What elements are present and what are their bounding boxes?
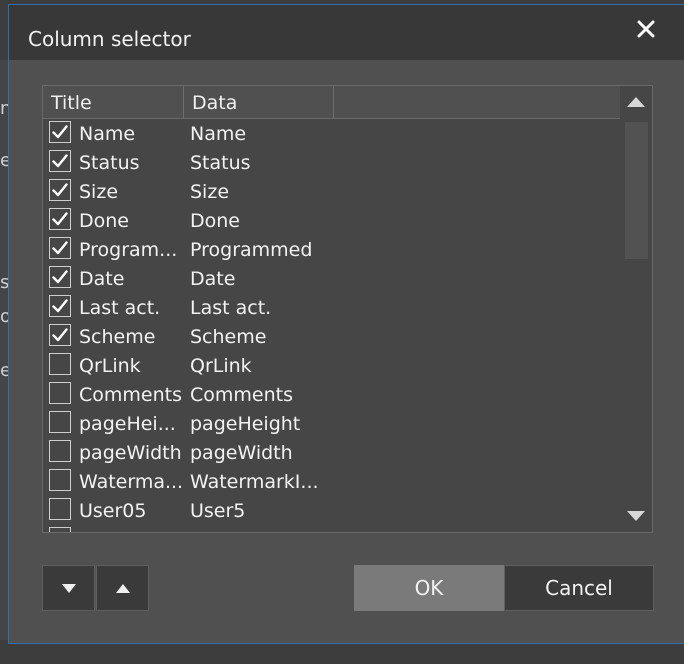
cell-title: QrLink bbox=[79, 355, 141, 377]
table-row[interactable]: Last act. Last act. bbox=[43, 293, 620, 322]
triangle-down-icon bbox=[61, 583, 76, 593]
background-fragment-text: e bbox=[0, 150, 8, 171]
background-fragment-text: s bbox=[0, 272, 8, 293]
cell-data: Status bbox=[190, 152, 251, 174]
cell-title: Name bbox=[79, 123, 136, 145]
table-row[interactable]: pageHei... pageHeight bbox=[43, 409, 620, 438]
row-checkbox[interactable] bbox=[49, 324, 71, 346]
row-checkbox[interactable] bbox=[49, 353, 71, 375]
cell-data: WatermarkI... bbox=[190, 471, 319, 493]
column-header-title[interactable]: Title bbox=[43, 86, 184, 118]
close-button[interactable] bbox=[626, 9, 666, 49]
table-row[interactable]: Program... Programmed bbox=[43, 235, 620, 264]
cell-title: Date bbox=[79, 268, 125, 290]
close-icon bbox=[637, 20, 655, 38]
table-row[interactable]: Done Done bbox=[43, 206, 620, 235]
cell-title: Status bbox=[79, 152, 140, 174]
dialog-titlebar[interactable]: Column selector bbox=[9, 5, 684, 60]
table-row[interactable]: Status Status bbox=[43, 148, 620, 177]
grid-header: Title Data bbox=[43, 86, 620, 119]
cell-data: Size bbox=[190, 181, 230, 203]
cell-data: Comments bbox=[190, 384, 293, 406]
cell-data: Last act. bbox=[190, 297, 272, 319]
cell-title: pageHei... bbox=[79, 413, 176, 435]
cell-data: pageHeight bbox=[190, 413, 301, 435]
triangle-up-icon bbox=[115, 583, 130, 593]
row-checkbox[interactable] bbox=[49, 150, 71, 172]
checkmark-icon bbox=[52, 328, 68, 342]
checkmark-icon bbox=[52, 299, 68, 313]
triangle-up-icon bbox=[627, 97, 645, 107]
column-grid: Title Data Name Name Status Status Size Size D… bbox=[42, 85, 653, 533]
background-fragment-text: o bbox=[0, 306, 8, 327]
checkmark-icon bbox=[52, 183, 68, 197]
cell-data: Date bbox=[190, 268, 236, 290]
row-checkbox[interactable] bbox=[49, 121, 71, 143]
row-checkbox[interactable] bbox=[49, 382, 71, 404]
scrollbar-thumb[interactable] bbox=[625, 122, 648, 259]
column-selector-dialog: Column selector Title Data Name Name Statu… bbox=[8, 4, 684, 644]
cell-title: Done bbox=[79, 210, 129, 232]
table-row[interactable]: Name Name bbox=[43, 119, 620, 148]
cell-data: QrLink bbox=[190, 355, 252, 377]
table-row[interactable]: Waterma... WatermarkI... bbox=[43, 467, 620, 496]
row-checkbox[interactable] bbox=[49, 295, 71, 317]
cell-title: Comments bbox=[79, 384, 182, 406]
table-row[interactable]: QrLink QrLink bbox=[43, 351, 620, 380]
row-checkbox[interactable] bbox=[49, 208, 71, 230]
background-app-panel bbox=[0, 60, 8, 640]
table-row[interactable]: User05 User5 bbox=[43, 496, 620, 525]
cell-title: Scheme bbox=[79, 326, 156, 348]
table-row[interactable] bbox=[43, 525, 620, 532]
row-checkbox[interactable] bbox=[49, 498, 71, 520]
cell-title: User05 bbox=[79, 500, 147, 522]
vertical-scrollbar[interactable] bbox=[620, 86, 652, 532]
row-checkbox[interactable] bbox=[49, 411, 71, 433]
row-checkbox[interactable] bbox=[49, 440, 71, 462]
cell-title: pageWidth bbox=[79, 442, 182, 464]
cell-data: pageWidth bbox=[190, 442, 293, 464]
scroll-up-button[interactable] bbox=[620, 86, 652, 118]
move-down-button[interactable] bbox=[42, 565, 95, 611]
dialog-title: Column selector bbox=[28, 27, 191, 51]
column-header-data[interactable]: Data bbox=[184, 86, 334, 118]
checkmark-icon bbox=[52, 270, 68, 284]
background-fragment-text: n bbox=[0, 98, 8, 119]
cell-title: Last act. bbox=[79, 297, 161, 319]
cell-data: Done bbox=[190, 210, 240, 232]
cell-title: Program... bbox=[79, 239, 178, 261]
scroll-down-button[interactable] bbox=[620, 500, 652, 532]
cell-data: User5 bbox=[190, 500, 246, 522]
row-checkbox[interactable] bbox=[49, 469, 71, 491]
cell-data: Name bbox=[190, 123, 247, 145]
checkmark-icon bbox=[52, 154, 68, 168]
column-header-empty bbox=[334, 86, 620, 118]
ok-button[interactable]: OK bbox=[354, 565, 504, 611]
cell-data: Programmed bbox=[190, 239, 313, 261]
row-checkbox[interactable] bbox=[49, 266, 71, 288]
row-checkbox[interactable] bbox=[49, 179, 71, 201]
background-fragment-text: e bbox=[0, 360, 8, 381]
table-row[interactable]: pageWidth pageWidth bbox=[43, 438, 620, 467]
table-row[interactable]: Comments Comments bbox=[43, 380, 620, 409]
grid-rows: Name Name Status Status Size Size Done Done Prog… bbox=[43, 119, 620, 532]
cell-title: Size bbox=[79, 181, 119, 203]
table-row[interactable]: Date Date bbox=[43, 264, 620, 293]
move-up-button[interactable] bbox=[96, 565, 149, 611]
cell-title: Waterma... bbox=[79, 471, 184, 493]
row-checkbox[interactable] bbox=[49, 527, 71, 532]
table-row[interactable]: Scheme Scheme bbox=[43, 322, 620, 351]
checkmark-icon bbox=[52, 212, 68, 226]
cancel-button[interactable]: Cancel bbox=[504, 565, 654, 611]
cell-data: Scheme bbox=[190, 326, 267, 348]
triangle-down-icon bbox=[627, 511, 645, 521]
table-row[interactable]: Size Size bbox=[43, 177, 620, 206]
checkmark-icon bbox=[52, 241, 68, 255]
checkmark-icon bbox=[52, 125, 68, 139]
row-checkbox[interactable] bbox=[49, 237, 71, 259]
